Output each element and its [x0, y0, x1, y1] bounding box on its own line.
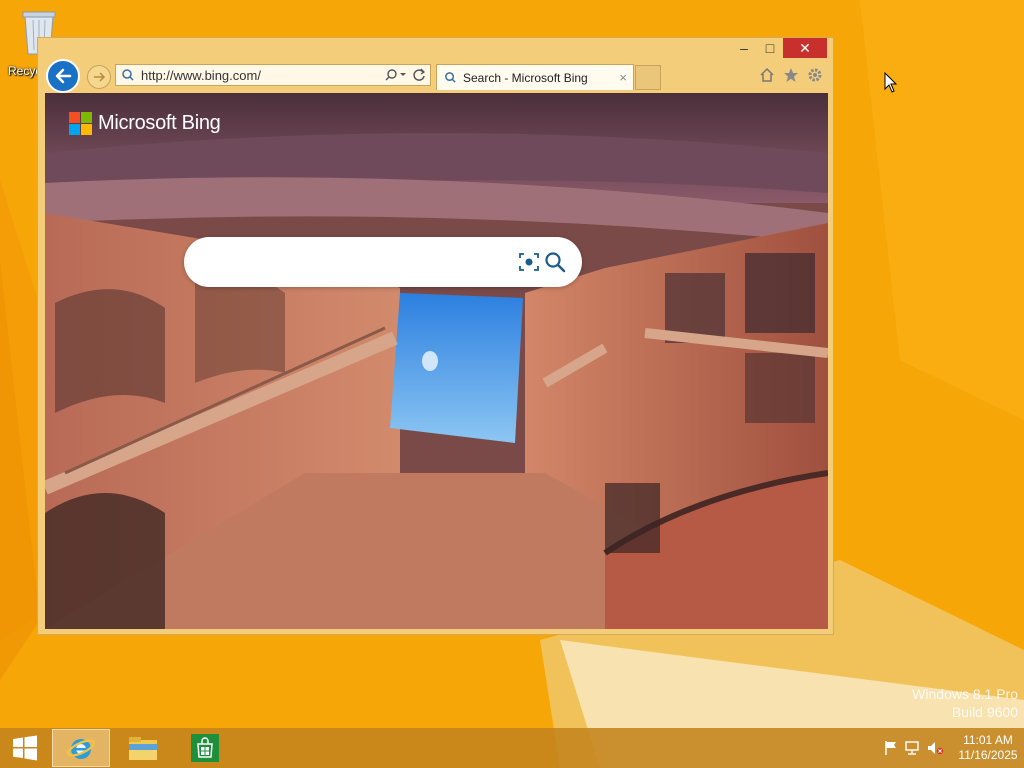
- mouse-cursor-icon: [884, 71, 898, 99]
- browser-window: – □ ✕ http://www.bing.com/ Search - Micr…: [37, 37, 834, 635]
- visual-search-icon[interactable]: [518, 251, 540, 273]
- clock-time: 11:01 AM: [963, 733, 1013, 747]
- ie-icon: [67, 739, 95, 759]
- search-dropdown-icon[interactable]: [384, 68, 408, 82]
- start-button[interactable]: [0, 728, 50, 768]
- windows-watermark: Windows 8.1 Pro Build 9600: [912, 685, 1018, 721]
- forward-button[interactable]: [87, 65, 111, 89]
- close-button[interactable]: ✕: [783, 38, 827, 58]
- tab-bing[interactable]: Search - Microsoft Bing ×: [436, 64, 634, 90]
- microsoft-logo-icon: [69, 112, 92, 135]
- window-controls: – □ ✕: [731, 38, 827, 58]
- minimize-button[interactable]: –: [731, 38, 757, 58]
- search-icon: [445, 72, 456, 83]
- forward-arrow-icon: [94, 72, 106, 82]
- watermark-edition: Windows 8.1 Pro: [912, 686, 1018, 702]
- taskbar-store[interactable]: [176, 729, 234, 767]
- system-tray: 11:01 AM 11/16/2025: [880, 728, 1024, 768]
- store-icon: [191, 734, 219, 762]
- maximize-button[interactable]: □: [757, 38, 783, 58]
- browser-toolbar-icons: [759, 67, 823, 83]
- background-photo: [45, 93, 828, 629]
- speaker-muted-icon[interactable]: [924, 738, 946, 758]
- favorites-star-icon[interactable]: [783, 67, 799, 83]
- page-content: Microsoft Bing: [45, 93, 828, 629]
- flag-icon[interactable]: [880, 738, 902, 758]
- refresh-icon[interactable]: [412, 68, 426, 82]
- tab-title: Search - Microsoft Bing: [463, 70, 588, 85]
- bing-logo[interactable]: Microsoft Bing: [69, 112, 221, 135]
- taskbar: 11:01 AM 11/16/2025: [0, 728, 1024, 768]
- windows-logo-icon: [13, 735, 37, 761]
- home-icon[interactable]: [759, 67, 775, 83]
- taskbar-ie[interactable]: [52, 729, 110, 767]
- address-bar[interactable]: http://www.bing.com/: [115, 64, 431, 86]
- new-tab-button[interactable]: [635, 65, 661, 90]
- search-icon[interactable]: [544, 251, 566, 273]
- brand-name: Microsoft Bing: [98, 112, 221, 134]
- watermark-build: Build 9600: [951, 704, 1018, 720]
- back-button[interactable]: [46, 59, 80, 93]
- clock[interactable]: 11:01 AM 11/16/2025: [952, 733, 1024, 763]
- folder-icon: [129, 737, 157, 760]
- address-text[interactable]: http://www.bing.com/: [141, 68, 384, 83]
- clock-date: 11/16/2025: [958, 748, 1018, 762]
- search-box[interactable]: [184, 237, 582, 287]
- settings-gear-icon[interactable]: [807, 67, 823, 83]
- tab-close-icon[interactable]: ×: [619, 70, 627, 85]
- back-arrow-icon: [55, 68, 72, 84]
- search-input[interactable]: [204, 249, 508, 277]
- search-icon: [122, 69, 134, 81]
- taskbar-file-explorer[interactable]: [114, 729, 172, 767]
- network-icon[interactable]: [902, 738, 924, 758]
